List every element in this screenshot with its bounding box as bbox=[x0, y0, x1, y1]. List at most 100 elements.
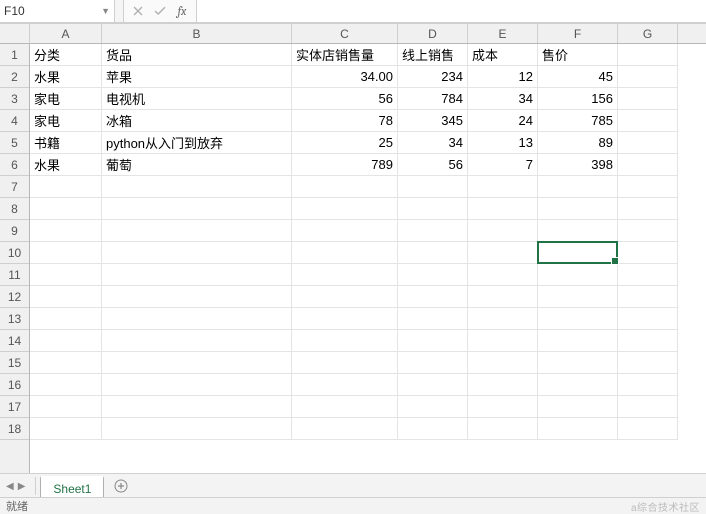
cell-B1[interactable]: 货品 bbox=[102, 44, 292, 66]
cell-A12[interactable] bbox=[30, 286, 102, 308]
cell-D1[interactable]: 线上销售 bbox=[398, 44, 468, 66]
cell-A6[interactable]: 水果 bbox=[30, 154, 102, 176]
cell-F9[interactable] bbox=[538, 220, 618, 242]
cell-A18[interactable] bbox=[30, 418, 102, 440]
cell-E12[interactable] bbox=[468, 286, 538, 308]
row-header-3[interactable]: 3 bbox=[0, 88, 29, 110]
cell-G12[interactable] bbox=[618, 286, 678, 308]
cell-E4[interactable]: 24 bbox=[468, 110, 538, 132]
cell-E16[interactable] bbox=[468, 374, 538, 396]
cell-E9[interactable] bbox=[468, 220, 538, 242]
cell-G6[interactable] bbox=[618, 154, 678, 176]
cell-D13[interactable] bbox=[398, 308, 468, 330]
cell-E3[interactable]: 34 bbox=[468, 88, 538, 110]
cell-A17[interactable] bbox=[30, 396, 102, 418]
column-header-B[interactable]: B bbox=[102, 24, 292, 43]
column-header-G[interactable]: G bbox=[618, 24, 678, 43]
row-header-16[interactable]: 16 bbox=[0, 374, 29, 396]
cell-C13[interactable] bbox=[292, 308, 398, 330]
cell-D8[interactable] bbox=[398, 198, 468, 220]
cell-A7[interactable] bbox=[30, 176, 102, 198]
cell-F14[interactable] bbox=[538, 330, 618, 352]
cell-G2[interactable] bbox=[618, 66, 678, 88]
cell-D9[interactable] bbox=[398, 220, 468, 242]
cell-C5[interactable]: 25 bbox=[292, 132, 398, 154]
column-header-A[interactable]: A bbox=[30, 24, 102, 43]
cell-A13[interactable] bbox=[30, 308, 102, 330]
cell-D17[interactable] bbox=[398, 396, 468, 418]
row-header-8[interactable]: 8 bbox=[0, 198, 29, 220]
cell-D3[interactable]: 784 bbox=[398, 88, 468, 110]
cell-F4[interactable]: 785 bbox=[538, 110, 618, 132]
cell-B17[interactable] bbox=[102, 396, 292, 418]
cell-G18[interactable] bbox=[618, 418, 678, 440]
cell-B7[interactable] bbox=[102, 176, 292, 198]
cell-G14[interactable] bbox=[618, 330, 678, 352]
cell-G8[interactable] bbox=[618, 198, 678, 220]
cell-B9[interactable] bbox=[102, 220, 292, 242]
name-box-resize-handle[interactable] bbox=[115, 0, 124, 22]
cell-E11[interactable] bbox=[468, 264, 538, 286]
cell-C15[interactable] bbox=[292, 352, 398, 374]
select-all-corner[interactable] bbox=[0, 24, 30, 44]
cell-B14[interactable] bbox=[102, 330, 292, 352]
cell-B3[interactable]: 电视机 bbox=[102, 88, 292, 110]
cell-D4[interactable]: 345 bbox=[398, 110, 468, 132]
row-header-7[interactable]: 7 bbox=[0, 176, 29, 198]
cell-F3[interactable]: 156 bbox=[538, 88, 618, 110]
sheet-nav-next-icon[interactable]: ▶ bbox=[18, 481, 26, 492]
row-header-12[interactable]: 12 bbox=[0, 286, 29, 308]
cell-G10[interactable] bbox=[618, 242, 678, 264]
cell-G1[interactable] bbox=[618, 44, 678, 66]
cell-E1[interactable]: 成本 bbox=[468, 44, 538, 66]
cell-E13[interactable] bbox=[468, 308, 538, 330]
cell-F5[interactable]: 89 bbox=[538, 132, 618, 154]
cell-D6[interactable]: 56 bbox=[398, 154, 468, 176]
cell-B8[interactable] bbox=[102, 198, 292, 220]
cell-E10[interactable] bbox=[468, 242, 538, 264]
row-header-15[interactable]: 15 bbox=[0, 352, 29, 374]
add-sheet-button[interactable] bbox=[108, 474, 134, 498]
cell-D14[interactable] bbox=[398, 330, 468, 352]
column-header-D[interactable]: D bbox=[398, 24, 468, 43]
cell-D11[interactable] bbox=[398, 264, 468, 286]
cell-C1[interactable]: 实体店销售量 bbox=[292, 44, 398, 66]
cell-B10[interactable] bbox=[102, 242, 292, 264]
cell-A14[interactable] bbox=[30, 330, 102, 352]
cell-E6[interactable]: 7 bbox=[468, 154, 538, 176]
cell-F12[interactable] bbox=[538, 286, 618, 308]
sheet-tab-sheet1[interactable]: Sheet1 bbox=[40, 476, 104, 499]
sheet-nav-prev-icon[interactable]: ◀ bbox=[6, 481, 14, 492]
row-header-18[interactable]: 18 bbox=[0, 418, 29, 440]
cell-G5[interactable] bbox=[618, 132, 678, 154]
cell-A8[interactable] bbox=[30, 198, 102, 220]
cell-F13[interactable] bbox=[538, 308, 618, 330]
cell-G17[interactable] bbox=[618, 396, 678, 418]
cell-B5[interactable]: python从入门到放弃 bbox=[102, 132, 292, 154]
column-header-E[interactable]: E bbox=[468, 24, 538, 43]
cancel-icon[interactable] bbox=[128, 2, 148, 20]
cell-G13[interactable] bbox=[618, 308, 678, 330]
name-box-dropdown-icon[interactable]: ▼ bbox=[101, 6, 110, 16]
cell-G16[interactable] bbox=[618, 374, 678, 396]
column-header-C[interactable]: C bbox=[292, 24, 398, 43]
cell-D15[interactable] bbox=[398, 352, 468, 374]
check-icon[interactable] bbox=[150, 2, 170, 20]
cell-F6[interactable]: 398 bbox=[538, 154, 618, 176]
cell-A2[interactable]: 水果 bbox=[30, 66, 102, 88]
cell-D12[interactable] bbox=[398, 286, 468, 308]
cell-E18[interactable] bbox=[468, 418, 538, 440]
row-header-4[interactable]: 4 bbox=[0, 110, 29, 132]
cell-C4[interactable]: 78 bbox=[292, 110, 398, 132]
row-header-2[interactable]: 2 bbox=[0, 66, 29, 88]
cell-F2[interactable]: 45 bbox=[538, 66, 618, 88]
cell-C17[interactable] bbox=[292, 396, 398, 418]
cell-C16[interactable] bbox=[292, 374, 398, 396]
cell-A9[interactable] bbox=[30, 220, 102, 242]
cell-C7[interactable] bbox=[292, 176, 398, 198]
cell-E15[interactable] bbox=[468, 352, 538, 374]
cell-B13[interactable] bbox=[102, 308, 292, 330]
row-header-9[interactable]: 9 bbox=[0, 220, 29, 242]
cell-B11[interactable] bbox=[102, 264, 292, 286]
cell-B4[interactable]: 冰箱 bbox=[102, 110, 292, 132]
